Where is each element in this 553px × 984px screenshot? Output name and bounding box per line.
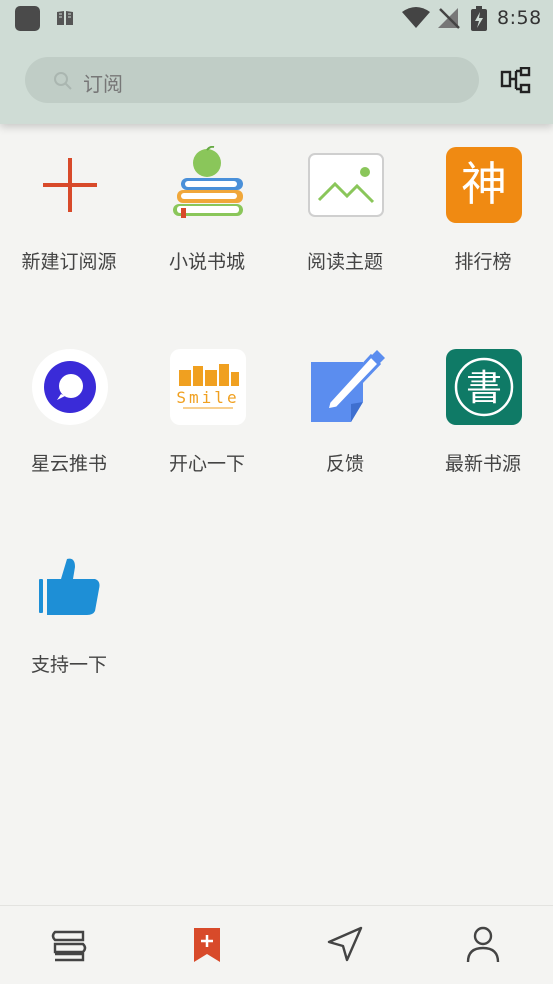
books-apple-icon xyxy=(169,145,247,224)
app-header: 8:58 订阅 xyxy=(0,0,553,124)
nav-discover-icon[interactable] xyxy=(325,924,365,964)
nav-subscription-icon[interactable] xyxy=(187,924,227,964)
shen-logo-icon: 神 xyxy=(445,146,523,224)
battery-charging-icon xyxy=(471,6,487,35)
tile-latest-sources[interactable]: 書 最新书源 xyxy=(414,326,552,511)
smile-logo-text: Smile xyxy=(176,388,239,407)
tile-label: 小说书城 xyxy=(168,251,245,273)
tile-label: 支持一下 xyxy=(30,654,107,676)
tile-feedback[interactable]: 反馈 xyxy=(276,326,414,511)
tile-support[interactable]: 支持一下 xyxy=(0,527,138,712)
tile-new-subscription[interactable]: 新建订阅源 xyxy=(0,124,138,309)
tile-reading-theme[interactable]: 阅读主题 xyxy=(276,124,414,309)
app-notification-icon xyxy=(15,6,40,31)
tile-ranking[interactable]: 神 排行榜 xyxy=(414,124,552,309)
tile-label: 新建订阅源 xyxy=(21,251,117,273)
tile-nebula-books[interactable]: 星云推书 xyxy=(0,326,138,511)
thumbs-up-icon xyxy=(31,549,109,627)
nav-profile-icon[interactable] xyxy=(463,924,503,964)
tile-label: 最新书源 xyxy=(444,453,521,475)
tile-label: 阅读主题 xyxy=(306,251,383,273)
feedback-pen-icon xyxy=(307,348,385,426)
tile-novel-store[interactable]: 小说书城 xyxy=(138,124,276,309)
tile-label: 反馈 xyxy=(325,453,364,475)
smile-logo-icon: Smile xyxy=(169,348,247,426)
search-placeholder: 订阅 xyxy=(83,72,123,96)
nav-bookshelf-icon[interactable] xyxy=(49,924,89,964)
no-signal-icon xyxy=(438,7,460,33)
bottom-navigation xyxy=(0,905,553,984)
plus-icon xyxy=(31,146,109,224)
nebula-icon xyxy=(31,348,109,426)
status-time: 8:58 xyxy=(497,7,542,29)
search-input[interactable]: 订阅 xyxy=(25,57,479,103)
source-manage-icon[interactable] xyxy=(500,66,532,99)
status-bar: 8:58 xyxy=(0,0,553,38)
tile-have-fun[interactable]: Smile 开心一下 xyxy=(138,326,276,511)
tile-label: 排行榜 xyxy=(454,251,512,273)
tile-label: 星云推书 xyxy=(30,453,107,475)
book-source-logo-icon: 書 xyxy=(445,348,523,426)
search-icon xyxy=(53,71,73,95)
book-notification-icon xyxy=(56,10,74,30)
image-icon xyxy=(307,146,385,224)
wifi-icon xyxy=(402,7,430,33)
tile-label: 开心一下 xyxy=(168,453,245,475)
book-source-logo-text: 書 xyxy=(466,368,502,409)
shen-logo-text: 神 xyxy=(461,157,507,211)
